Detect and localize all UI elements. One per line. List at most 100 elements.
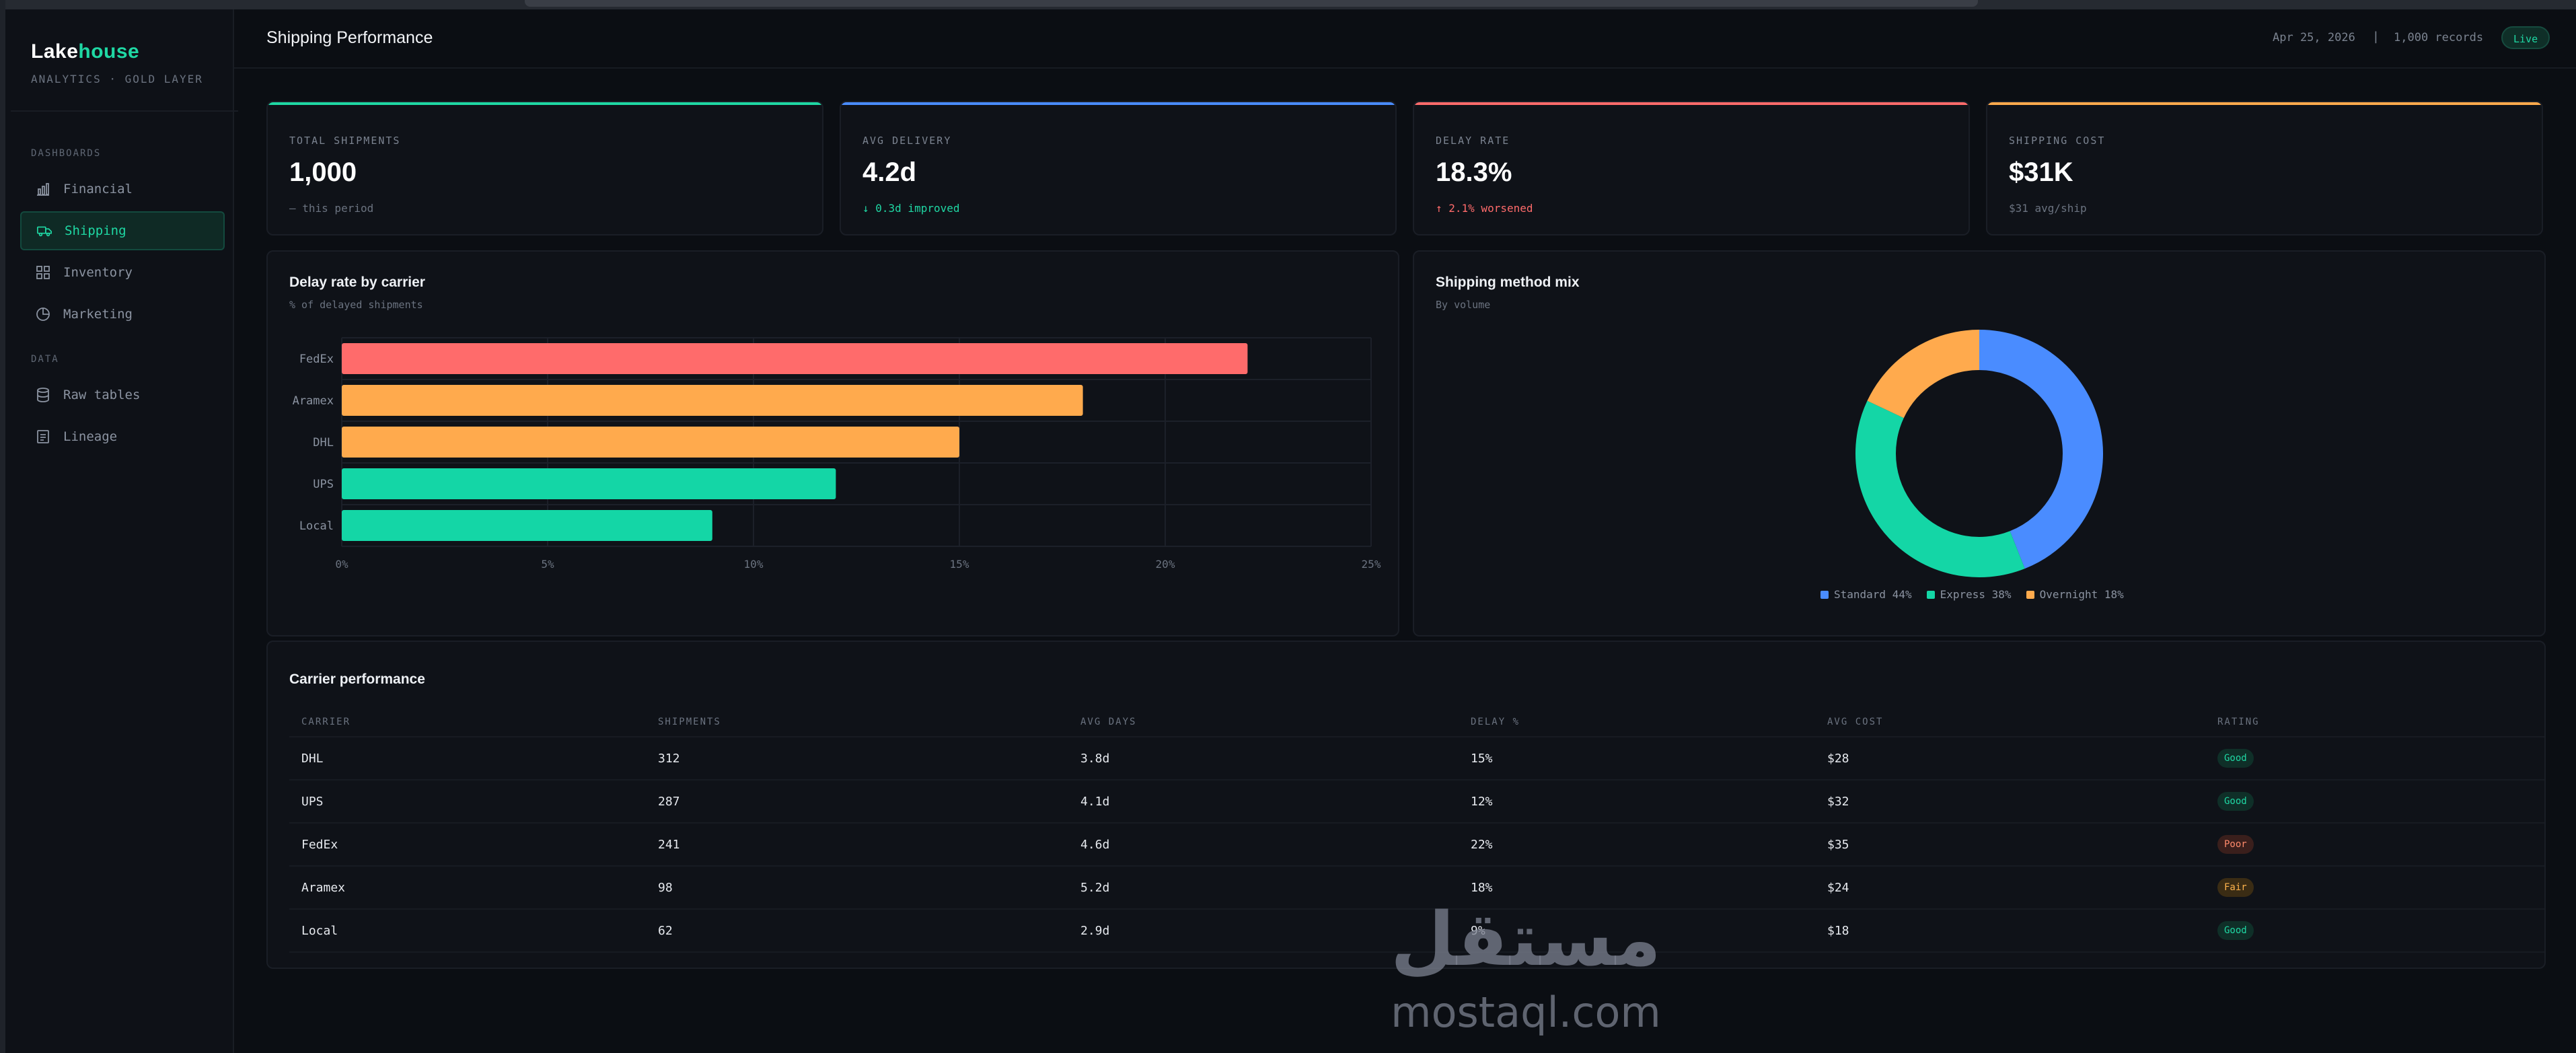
kpi-subtext: ↓ 0.3d improved bbox=[862, 202, 960, 215]
kpi-accent-bar bbox=[1987, 102, 2542, 105]
sidebar-item-marketing[interactable]: Marketing bbox=[20, 295, 225, 334]
kpi-value: $31K bbox=[2009, 157, 2073, 187]
cell-shipments: 98 bbox=[658, 880, 673, 895]
sidebar-item-label: Lineage bbox=[63, 429, 118, 444]
x-tick-label: 10% bbox=[744, 558, 764, 571]
column-header-avg-cost[interactable]: AVG COST bbox=[1827, 708, 1883, 736]
cell-avg-days: 4.6d bbox=[1080, 837, 1110, 852]
rating-badge: Fair bbox=[2217, 878, 2254, 897]
column-header-rating[interactable]: RATING bbox=[2217, 708, 2260, 736]
legend-label: Express 38% bbox=[1940, 588, 2012, 601]
x-tick-label: 0% bbox=[335, 558, 348, 571]
page-title: Shipping Performance bbox=[266, 28, 433, 47]
y-category-label: DHL bbox=[313, 436, 334, 449]
panel-title: Carrier performance bbox=[289, 671, 425, 687]
cell-carrier: UPS bbox=[301, 794, 324, 809]
cell-avg-cost: $24 bbox=[1827, 880, 1849, 895]
kpi-value: 18.3% bbox=[1436, 157, 1512, 187]
y-category-label: Local bbox=[299, 519, 334, 533]
truck-icon bbox=[36, 223, 52, 239]
kpi-label: AVG DELIVERY bbox=[862, 135, 952, 147]
cell-rating: Poor bbox=[2217, 824, 2254, 865]
kpi-card-avg-delivery: AVG DELIVERY 4.2d ↓ 0.3d improved bbox=[840, 101, 1397, 235]
brand-logo[interactable]: Lakehouse bbox=[31, 40, 139, 63]
kpi-card-shipping-cost: SHIPPING COST $31K $31 avg/ship bbox=[1986, 101, 2543, 235]
legend-swatch bbox=[2026, 590, 2034, 599]
pie-icon bbox=[35, 306, 51, 322]
kpi-value: 4.2d bbox=[862, 157, 917, 187]
table-row[interactable]: FedEx 241 4.6d 22% $35 Poor bbox=[289, 824, 2544, 867]
donut-legend: Standard 44% Express 38% Overnight 18% bbox=[1820, 588, 2139, 601]
kpi-subtext: — this period bbox=[289, 202, 374, 215]
sidebar-item-shipping[interactable]: Shipping bbox=[20, 211, 225, 250]
kpi-label: SHIPPING COST bbox=[2009, 135, 2106, 147]
sidebar-item-lineage[interactable]: Lineage bbox=[20, 417, 225, 456]
sidebar-item-raw-tables[interactable]: Raw tables bbox=[20, 375, 225, 414]
cell-shipments: 287 bbox=[658, 794, 680, 809]
page-header: Shipping Performance Apr 25, 2026 | 1,00… bbox=[234, 9, 2576, 69]
column-header-avg-days[interactable]: AVG DAYS bbox=[1080, 708, 1136, 736]
sidebar-item-label: Financial bbox=[63, 182, 133, 196]
kpi-card-delay-rate: DELAY RATE 18.3% ↑ 2.1% worsened bbox=[1413, 101, 1970, 235]
table-row[interactable]: UPS 287 4.1d 12% $32 Good bbox=[289, 780, 2544, 824]
sidebar-item-inventory[interactable]: Inventory bbox=[20, 253, 225, 292]
brand-logo-part-1: Lake bbox=[31, 40, 79, 63]
column-header-carrier[interactable]: CARRIER bbox=[301, 708, 351, 736]
cell-avg-cost: $35 bbox=[1827, 837, 1849, 852]
sidebar-item-label: Shipping bbox=[65, 223, 126, 238]
sidebar-section-dashboards: DASHBOARDS bbox=[31, 148, 102, 159]
cell-carrier: DHL bbox=[301, 751, 324, 766]
shipping-mix-panel: Shipping method mix By volume Standard 4… bbox=[1413, 250, 2546, 637]
cell-delay: 15% bbox=[1471, 751, 1493, 766]
kpi-label: DELAY RATE bbox=[1436, 135, 1510, 147]
kpi-subtext: ↑ 2.1% worsened bbox=[1436, 202, 1533, 215]
legend-item-overnight: Overnight 18% bbox=[2026, 588, 2124, 601]
kpi-subtext: $31 avg/ship bbox=[2009, 202, 2087, 215]
window-edge bbox=[0, 0, 5, 1053]
kpi-label: TOTAL SHIPMENTS bbox=[289, 135, 401, 147]
cell-avg-days: 2.9d bbox=[1080, 923, 1110, 938]
table-header-row: CARRIER SHIPMENTS AVG DAYS DELAY % AVG C… bbox=[289, 708, 2544, 737]
database-icon bbox=[35, 387, 51, 403]
kpi-accent-bar bbox=[841, 102, 1395, 105]
sidebar-item-label: Marketing bbox=[63, 307, 133, 322]
cell-carrier: Local bbox=[301, 923, 338, 938]
legend-item-standard: Standard 44% bbox=[1820, 588, 1912, 601]
sidebar-item-financial[interactable]: Financial bbox=[20, 170, 225, 209]
header-separator: | bbox=[2372, 30, 2380, 44]
watermark-logo: مستقل mostaql.com bbox=[1378, 884, 1674, 1046]
y-category-label: UPS bbox=[313, 478, 334, 491]
x-tick-label: 20% bbox=[1156, 558, 1175, 571]
legend-item-express: Express 38% bbox=[1926, 588, 2012, 601]
legend-swatch bbox=[1820, 590, 1829, 599]
x-tick-label: 25% bbox=[1362, 558, 1381, 571]
sidebar-item-label: Inventory bbox=[63, 265, 133, 280]
cell-delay: 12% bbox=[1471, 794, 1493, 809]
bar-aramex bbox=[342, 385, 1083, 416]
legend-swatch bbox=[1926, 590, 1935, 599]
cell-delay: 22% bbox=[1471, 837, 1493, 852]
watermark-arabic-text: مستقل bbox=[1391, 896, 1661, 982]
cell-carrier: FedEx bbox=[301, 837, 338, 852]
column-header-shipments[interactable]: SHIPMENTS bbox=[658, 708, 721, 736]
cell-avg-cost: $18 bbox=[1827, 923, 1849, 938]
delay-rate-bar-chart: 0% 5% 10% 15% 20% 25% FedEx Aramex DHL UPS Local bbox=[293, 337, 1381, 571]
table-row[interactable]: DHL 312 3.8d 15% $28 Good bbox=[289, 737, 2544, 780]
cell-rating: Good bbox=[2217, 910, 2254, 951]
kpi-accent-bar bbox=[1414, 102, 1968, 105]
rating-badge: Good bbox=[2217, 792, 2254, 811]
header-date: Apr 25, 2026 bbox=[2273, 31, 2355, 44]
rating-badge: Good bbox=[2217, 749, 2254, 768]
brand-logo-part-2: house bbox=[78, 40, 140, 63]
cell-avg-cost: $28 bbox=[1827, 751, 1849, 766]
cell-avg-days: 3.8d bbox=[1080, 751, 1110, 766]
donut-slice-overnight bbox=[1867, 330, 1980, 419]
cell-avg-days: 4.1d bbox=[1080, 794, 1110, 809]
kpi-card-total-shipments: TOTAL SHIPMENTS 1,000 — this period bbox=[266, 101, 823, 235]
legend-label: Standard 44% bbox=[1834, 588, 1912, 601]
rating-badge: Good bbox=[2217, 921, 2254, 940]
column-header-delay[interactable]: DELAY % bbox=[1471, 708, 1520, 736]
delay-rate-panel: Delay rate by carrier % of delayed shipm… bbox=[266, 250, 1399, 637]
x-tick-label: 15% bbox=[950, 558, 969, 571]
bar-fedex bbox=[342, 343, 1248, 374]
